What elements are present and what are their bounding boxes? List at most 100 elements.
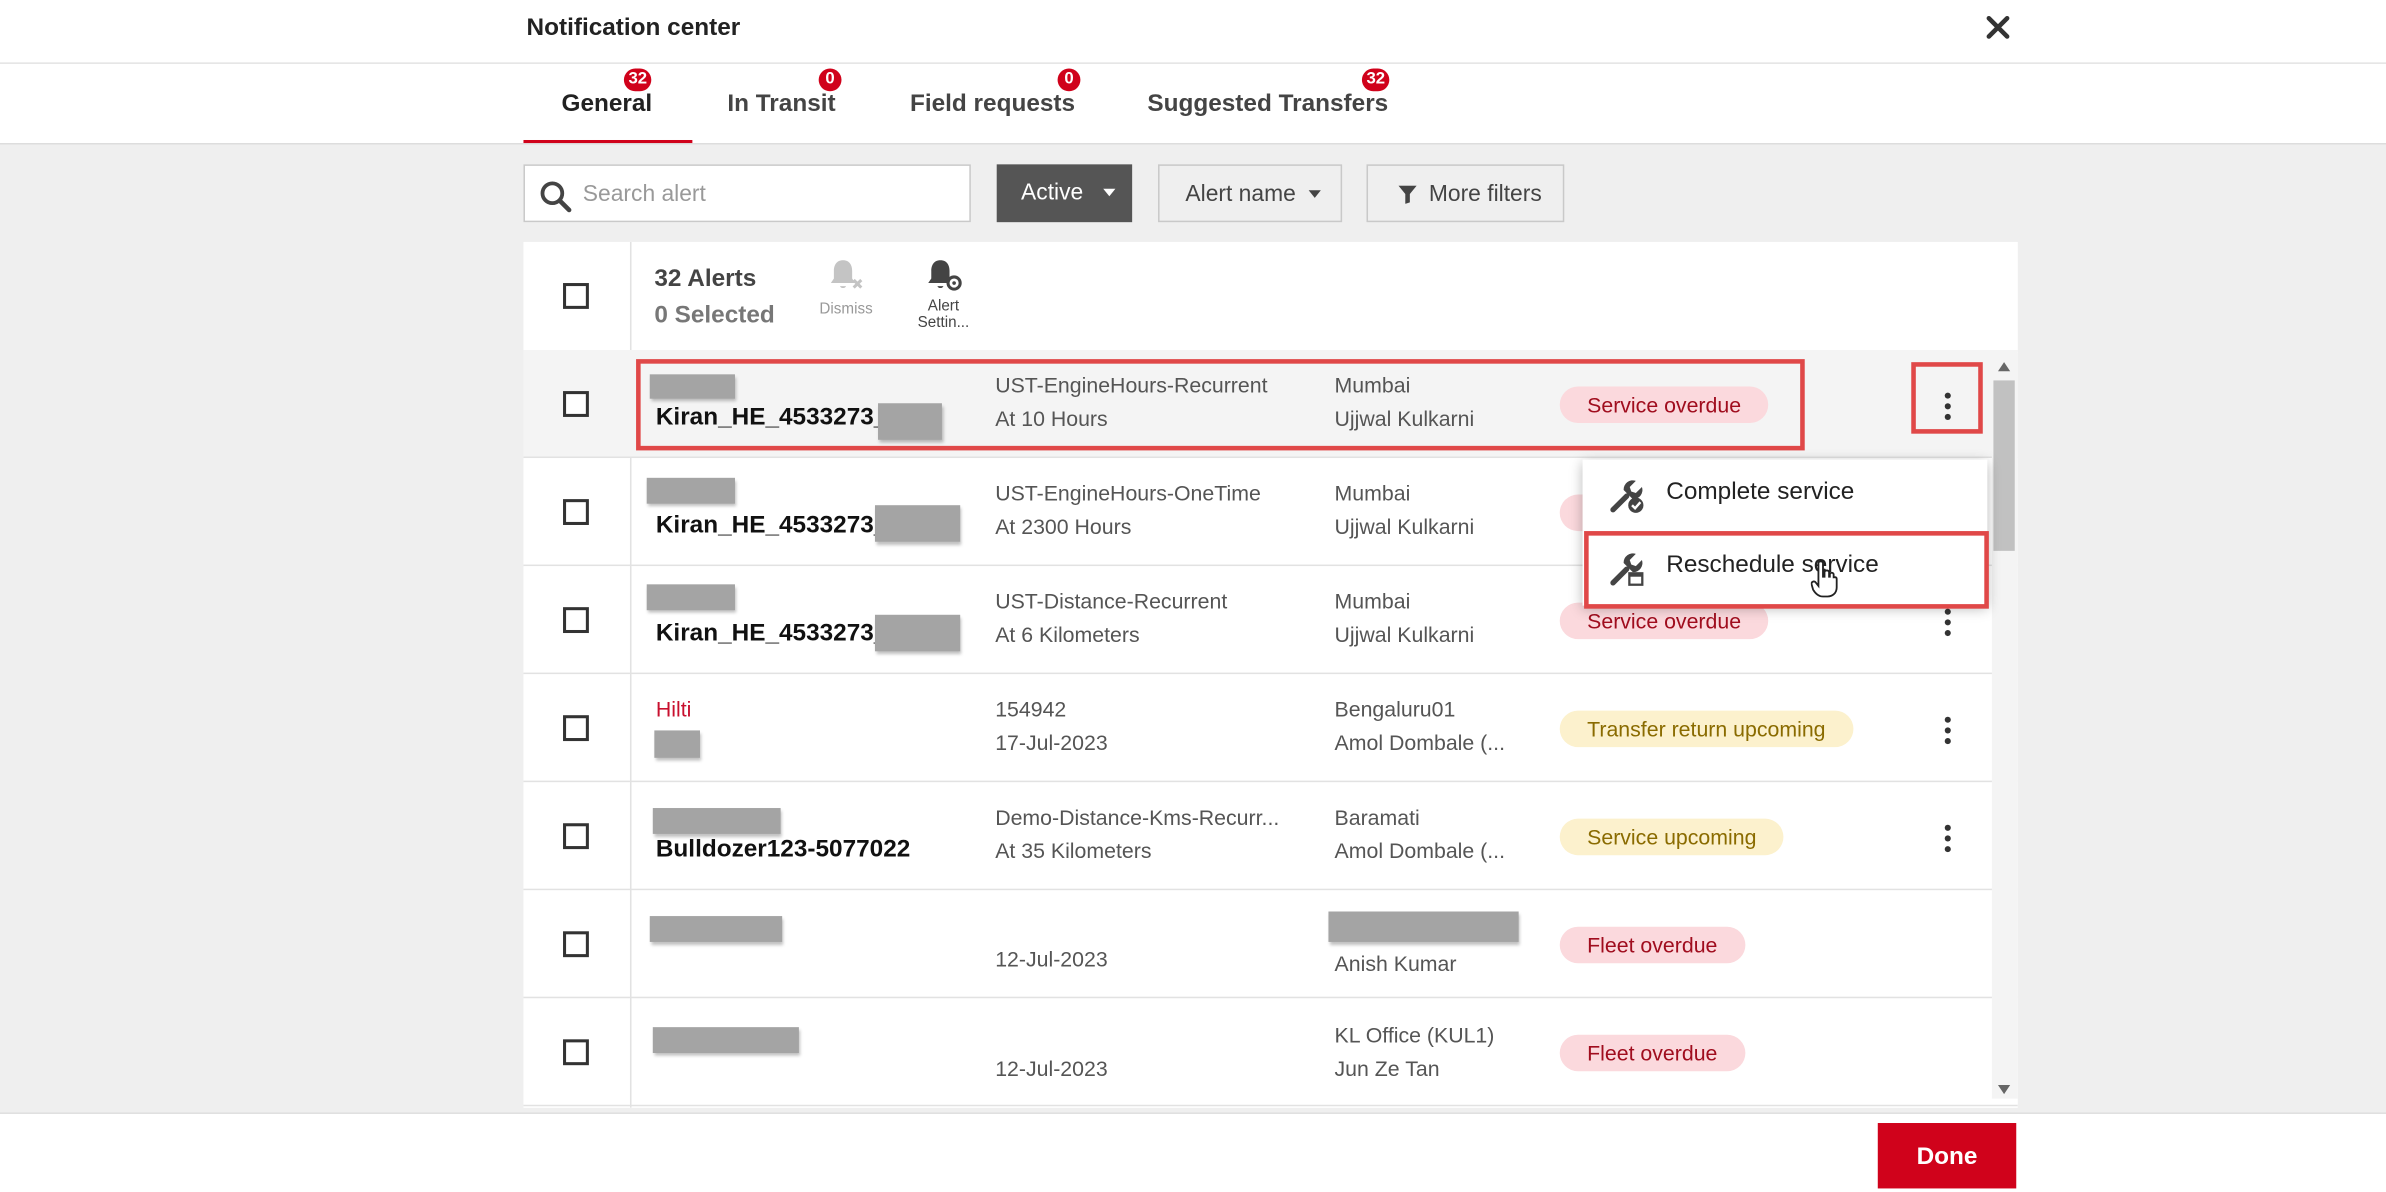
count-badge: 32 (1361, 68, 1390, 92)
responsible-person: Ujjwal Kulkarni (1334, 406, 1475, 431)
bell-gear-icon (928, 260, 962, 291)
table-row[interactable]: 12-Jul-2023 Anish Kumar Fleet overdue (523, 890, 2018, 999)
tab-suggested-transfers[interactable]: Suggested Transfers 32 (1147, 64, 1390, 143)
search-icon (540, 181, 572, 213)
alerts-table: 32 Alerts 0 Selected Dismiss Alert Setti… (523, 241, 2018, 1108)
redacted-text (874, 505, 961, 542)
more-options-icon[interactable] (1940, 715, 1955, 745)
status-badge: Fleet overdue (1559, 926, 1745, 964)
dismiss-button[interactable]: Dismiss (813, 257, 880, 318)
search-placeholder: Search alert (582, 181, 706, 207)
scroll-up-icon[interactable] (1997, 362, 2011, 372)
wrench-calendar-icon (1610, 553, 1644, 586)
title-bar: Notification center (0, 0, 2386, 64)
complete-service-menu-item[interactable]: Complete service (1583, 460, 1988, 533)
alert-detail: At 10 Hours (995, 406, 1108, 431)
status-badge: Fleet overdue (1559, 1034, 1745, 1072)
responsible-person: Ujjwal Kulkarni (1334, 514, 1475, 539)
more-filters-button[interactable]: More filters (1366, 164, 1565, 223)
row-checkbox[interactable] (563, 1039, 589, 1066)
brand-name: Hilti (655, 696, 692, 722)
done-button[interactable]: Done (1877, 1123, 2017, 1189)
count-badge: 0 (818, 68, 842, 92)
select-all-checkbox[interactable] (563, 283, 589, 309)
equipment-name: Bulldozer123-5077022 (655, 836, 911, 863)
status-badge: Transfer return upcoming (1559, 710, 1853, 748)
more-filters-label: More filters (1428, 181, 1542, 207)
more-options-icon[interactable] (1940, 607, 1955, 637)
row-checkbox[interactable] (563, 391, 589, 417)
tab-label: Field requests (909, 91, 1076, 118)
alert-detail: 12-Jul-2023 (995, 1056, 1108, 1081)
tab-label: In Transit (727, 91, 836, 118)
redacted-text (652, 808, 781, 834)
chevron-down-icon (1103, 188, 1116, 197)
alert-settings-label-line: Settin... (917, 314, 970, 332)
row-checkbox[interactable] (563, 607, 589, 634)
dismiss-label: Dismiss (819, 301, 873, 319)
alert-detail: 17-Jul-2023 (995, 730, 1108, 755)
close-icon[interactable] (1981, 9, 2014, 46)
alert-name-dropdown-label: Alert name (1185, 181, 1296, 207)
tab-in-transit[interactable]: In Transit 0 (727, 64, 842, 143)
redacted-text (649, 916, 783, 942)
alert-name-dropdown[interactable]: Alert name (1158, 164, 1343, 223)
more-options-icon[interactable] (1940, 823, 1955, 853)
table-row[interactable]: Kiran_HE_4533273_ UST-EngineHours-Recurr… (523, 349, 2018, 459)
tab-bar: General 32 In Transit 0 Field requests 0… (0, 63, 2386, 145)
selected-count: 0 Selected (654, 302, 775, 329)
responsible-person: Anish Kumar (1334, 951, 1457, 976)
equipment-name: Kiran_HE_4533273_ (655, 404, 888, 431)
page-title: Notification center (526, 15, 741, 42)
table-row[interactable]: Bulldozer123-5077022 Demo-Distance-Kms-R… (523, 782, 2018, 891)
redacted-text (649, 374, 735, 399)
count-badge: 32 (623, 68, 652, 92)
menu-item-label: Reschedule service (1666, 552, 1879, 579)
alert-name: UST-EngineHours-OneTime (995, 480, 1261, 506)
redacted-text (654, 730, 700, 758)
redacted-text (1328, 911, 1519, 942)
count-badge: 0 (1057, 68, 1081, 92)
row-checkbox[interactable] (563, 499, 589, 525)
status-badge: Service overdue (1559, 386, 1769, 424)
redacted-text (646, 584, 735, 611)
tab-label: General (561, 91, 653, 118)
alert-detail: At 6 Kilometers (995, 622, 1140, 647)
alert-name: Demo-Distance-Kms-Recurr... (995, 804, 1280, 830)
table-row[interactable]: 12-Jul-2023 KL Office (KUL1) Jun Ze Tan … (523, 998, 2018, 1107)
scrollbar-thumb[interactable] (1993, 380, 2015, 551)
alert-name: UST-Distance-Recurrent (995, 588, 1228, 614)
alert-detail: 12-Jul-2023 (995, 946, 1108, 971)
alert-detail: At 2300 Hours (995, 514, 1132, 539)
alerts-count: 32 Alerts (654, 266, 757, 293)
responsible-person: Ujjwal Kulkarni (1334, 622, 1475, 647)
status-dropdown[interactable]: Active (996, 164, 1133, 223)
wrench-check-icon (1610, 480, 1644, 513)
tab-general[interactable]: General 32 (523, 64, 693, 144)
status-dropdown-label: Active (1021, 179, 1084, 206)
responsible-person: Amol Dombale (... (1334, 838, 1506, 863)
scroll-down-icon[interactable] (1997, 1084, 2011, 1095)
chevron-down-icon (1308, 190, 1321, 198)
more-options-icon[interactable] (1940, 391, 1955, 421)
location: KL Office (KUL1) (1334, 1022, 1495, 1047)
location: Mumbai (1334, 480, 1411, 506)
hand-cursor-icon (1810, 560, 1838, 598)
status-badge: Service overdue (1559, 602, 1769, 640)
search-input[interactable]: Search alert (523, 164, 971, 223)
alert-settings-label-line: Alert (927, 298, 960, 315)
bell-off-icon (830, 260, 863, 289)
redacted-text (646, 477, 735, 504)
alert-settings-label: Alert Settin... (910, 298, 977, 331)
tab-label: Suggested Transfers (1147, 91, 1389, 118)
row-checkbox[interactable] (563, 715, 589, 742)
reschedule-service-menu-item[interactable]: Reschedule service (1583, 533, 1988, 606)
redacted-text (652, 1027, 799, 1054)
location: Baramati (1334, 804, 1420, 830)
alert-settings-button[interactable]: Alert Settin... (910, 257, 977, 332)
row-checkbox[interactable] (563, 823, 589, 850)
table-row[interactable]: Hilti 154942 17-Jul-2023 Bengaluru01 Amo… (523, 674, 2018, 783)
tab-field-requests[interactable]: Field requests 0 (909, 64, 1081, 143)
menu-item-label: Complete service (1666, 479, 1855, 506)
row-checkbox[interactable] (563, 931, 589, 958)
